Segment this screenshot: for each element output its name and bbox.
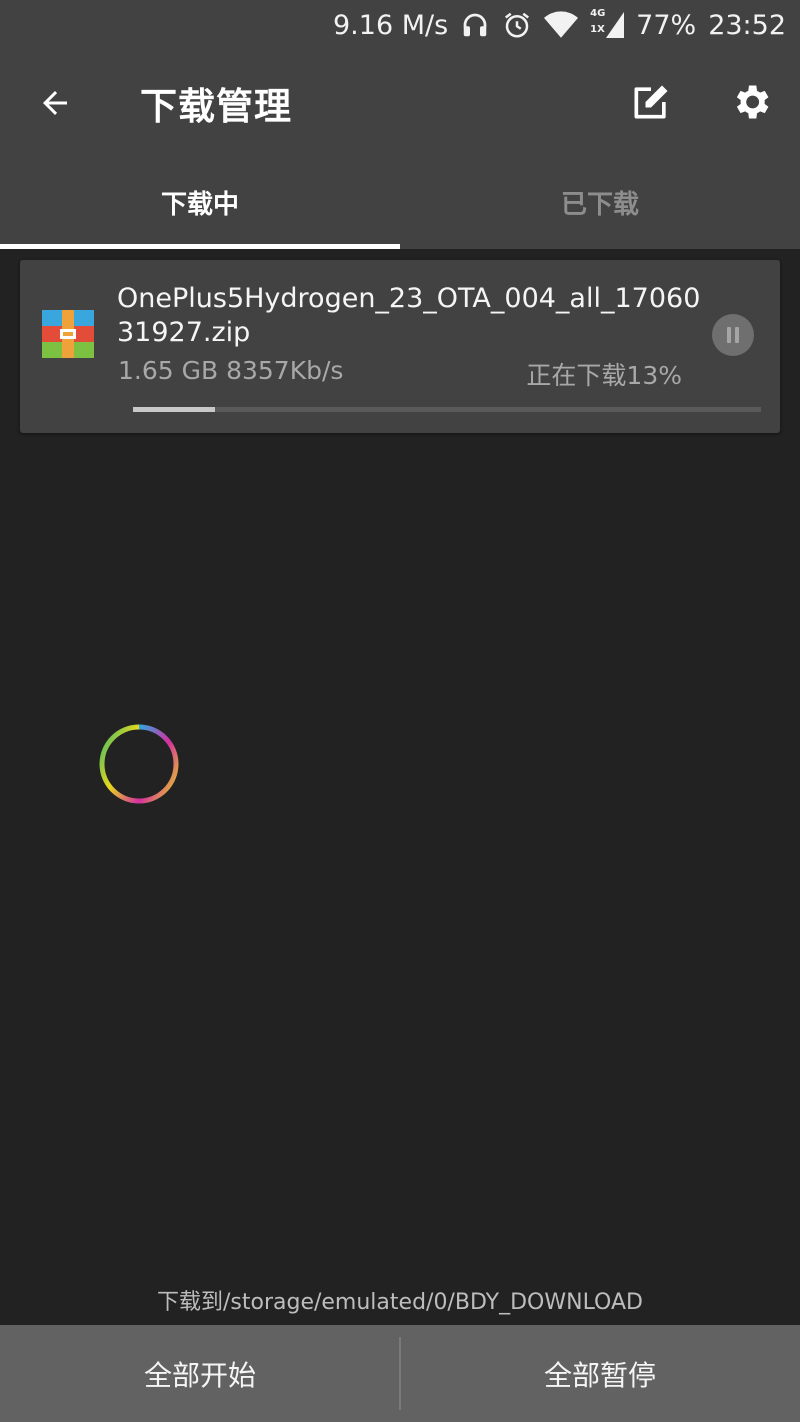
pause-icon-bar [735,327,739,343]
pause-icon [727,327,731,343]
back-button[interactable] [30,80,80,126]
file-size-speed: 1.65 GB 8357Kb/s [118,356,344,385]
edit-icon [634,85,668,119]
headset-icon [460,10,490,40]
pause-button[interactable] [712,314,754,356]
archive-file-icon [42,310,94,358]
loading-spinner-icon [98,723,180,805]
network-type-label: 4G [590,8,606,19]
divider [399,1337,401,1410]
tab-bar: 下载中 已下载 [0,155,800,249]
wifi-icon [544,10,579,40]
start-all-button[interactable]: 全部开始 [0,1325,400,1422]
edit-button[interactable] [626,78,676,126]
bottom-action-bar: 全部开始 全部暂停 [0,1325,800,1422]
alarm-icon [502,10,532,40]
app-bar: 下载管理 [0,50,800,155]
tab-downloading[interactable]: 下载中 [0,155,400,249]
status-bar: 9.16 M/s 4G 1X 77% 23:52 [0,0,800,50]
arrow-back-icon [43,91,67,115]
tab-downloaded[interactable]: 已下载 [400,155,800,249]
net-speed: 9.16 M/s [333,9,449,41]
battery-level: 77% [636,9,697,41]
progress-bar [133,407,761,412]
pause-all-button[interactable]: 全部暂停 [400,1325,800,1422]
tab-downloading-label: 下载中 [160,189,239,220]
save-path: 下载到/storage/emulated/0/BDY_DOWNLOAD [157,1290,643,1315]
tab-downloaded-label: 已下载 [560,189,639,220]
progress-fill [133,407,215,412]
gear-icon [736,85,769,119]
tab-indicator [0,244,400,249]
download-status: 正在下载13% [526,361,682,390]
settings-button[interactable] [726,78,776,126]
network-sub-label: 1X [590,24,605,35]
clock: 23:52 [708,9,786,41]
download-item[interactable]: OnePlus5Hydrogen_23_OTA_004_all_17060319… [20,260,780,433]
file-name: OnePlus5Hydrogen_23_OTA_004_all_17060319… [117,283,701,348]
cell-signal-icon: 4G 1X [590,8,625,40]
page-title: 下载管理 [140,85,292,128]
